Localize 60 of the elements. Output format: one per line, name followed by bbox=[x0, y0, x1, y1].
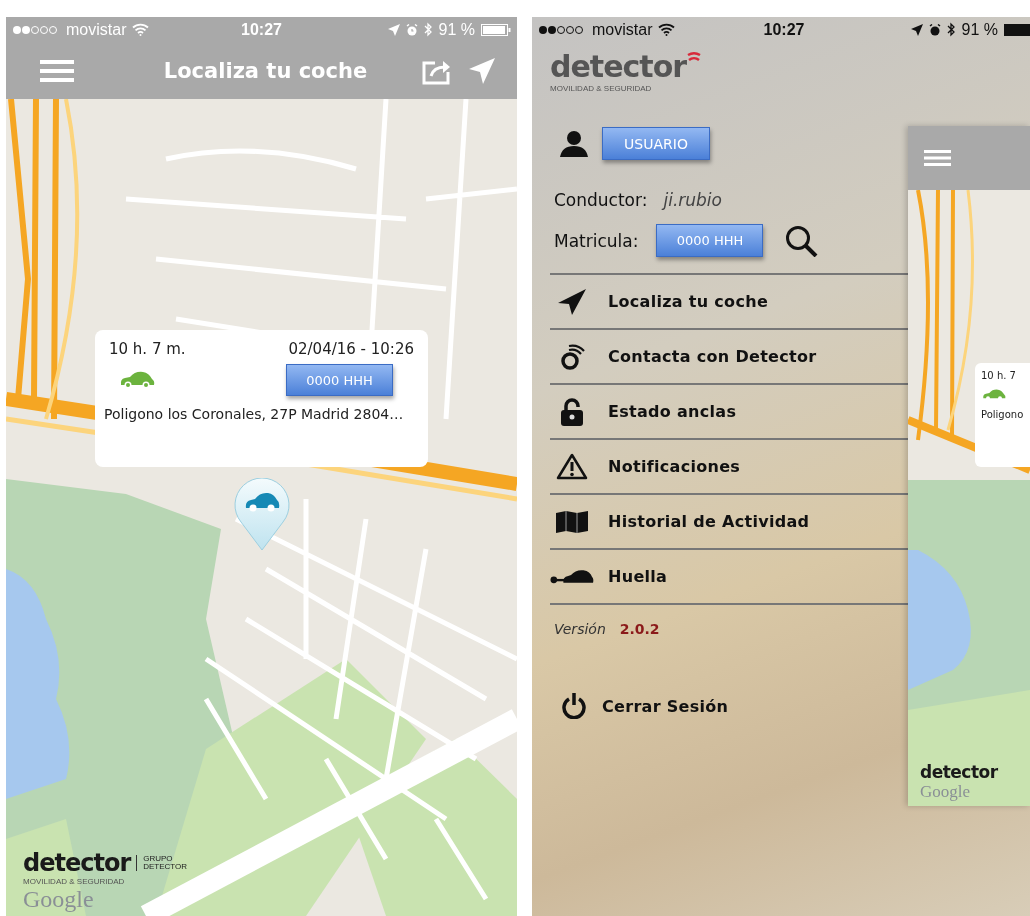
user-icon bbox=[560, 130, 588, 157]
carrier-name: movistar bbox=[592, 20, 653, 39]
location-arrow-icon bbox=[469, 57, 495, 84]
logo-wordmark: detector bbox=[23, 850, 131, 875]
warning-icon bbox=[556, 453, 588, 480]
map-credit: Google bbox=[920, 782, 972, 802]
bluetooth-icon bbox=[423, 22, 433, 37]
power-icon bbox=[562, 693, 586, 719]
clock-time: 10:27 bbox=[241, 20, 282, 39]
address-text: Poligono bbox=[981, 409, 1025, 420]
parked-duration: 10 h. 7 m. bbox=[109, 340, 186, 358]
bluetooth-icon bbox=[946, 22, 956, 37]
key-car-icon bbox=[550, 567, 594, 586]
search-icon[interactable] bbox=[785, 224, 819, 257]
battery-percent: 91 % bbox=[438, 20, 475, 39]
clock-time: 10:27 bbox=[763, 20, 805, 39]
location-arrow-icon bbox=[387, 23, 400, 36]
driver-name: ji.rubio bbox=[663, 190, 722, 210]
address-text: Poligono los Coronales, 27P Madrid 2804… bbox=[104, 406, 405, 422]
signal-icon bbox=[538, 24, 586, 35]
car-icon bbox=[981, 389, 1007, 401]
alarm-clock-icon bbox=[928, 23, 941, 36]
map-pin-icon bbox=[233, 478, 291, 550]
logo-tagline: MOVILIDAD & SEGURIDAD bbox=[23, 876, 126, 886]
padlock-icon bbox=[560, 397, 584, 426]
carrier-name: movistar bbox=[66, 20, 127, 39]
screen-title: Localiza tu coche bbox=[163, 58, 368, 83]
logout-item[interactable]: Cerrar Sesión bbox=[550, 693, 908, 719]
driver-label: Conductor: bbox=[554, 190, 648, 210]
wifi-icon bbox=[658, 23, 676, 36]
car-icon bbox=[119, 371, 155, 389]
battery-icon bbox=[481, 23, 511, 36]
menu-button[interactable] bbox=[40, 59, 74, 82]
group-name: GRUPO DETECTOR bbox=[143, 854, 188, 871]
app-preview-panel[interactable]: 10 h. 7 Poligono detector Google bbox=[908, 126, 1030, 806]
location-arrow-icon bbox=[558, 288, 586, 315]
date-time: 02/04/16 - 10:26 bbox=[288, 340, 414, 358]
menu-icon bbox=[40, 59, 74, 82]
alarm-clock-icon bbox=[405, 23, 418, 36]
signal-icon bbox=[12, 24, 60, 35]
folded-map-icon bbox=[556, 510, 588, 533]
location-arrow-icon bbox=[910, 23, 923, 36]
wifi-icon bbox=[132, 23, 150, 36]
logo-wordmark: detector bbox=[920, 762, 998, 782]
locate-button[interactable] bbox=[469, 57, 495, 84]
map-credit: Google bbox=[23, 885, 95, 912]
menu-icon bbox=[924, 150, 951, 166]
battery-icon bbox=[1004, 23, 1030, 36]
plate-label: Matricula: bbox=[554, 230, 639, 251]
version-number: 2.0.2 bbox=[619, 621, 660, 637]
version-label: Versión bbox=[554, 621, 606, 637]
parked-duration: 10 h. 7 bbox=[981, 370, 1017, 381]
signal-arc-icon bbox=[687, 50, 702, 62]
menu-item[interactable]: Historial de Actividad bbox=[550, 495, 908, 550]
menu-item[interactable]: Huella bbox=[550, 550, 908, 605]
battery-percent: 91 % bbox=[961, 20, 998, 39]
signal-ring-icon bbox=[559, 343, 585, 370]
menu-item[interactable]: Estado anclas bbox=[550, 385, 908, 440]
logo-wordmark: detector bbox=[550, 52, 687, 82]
logo-tagline: MOVILIDAD & SEGURIDAD bbox=[550, 84, 653, 93]
